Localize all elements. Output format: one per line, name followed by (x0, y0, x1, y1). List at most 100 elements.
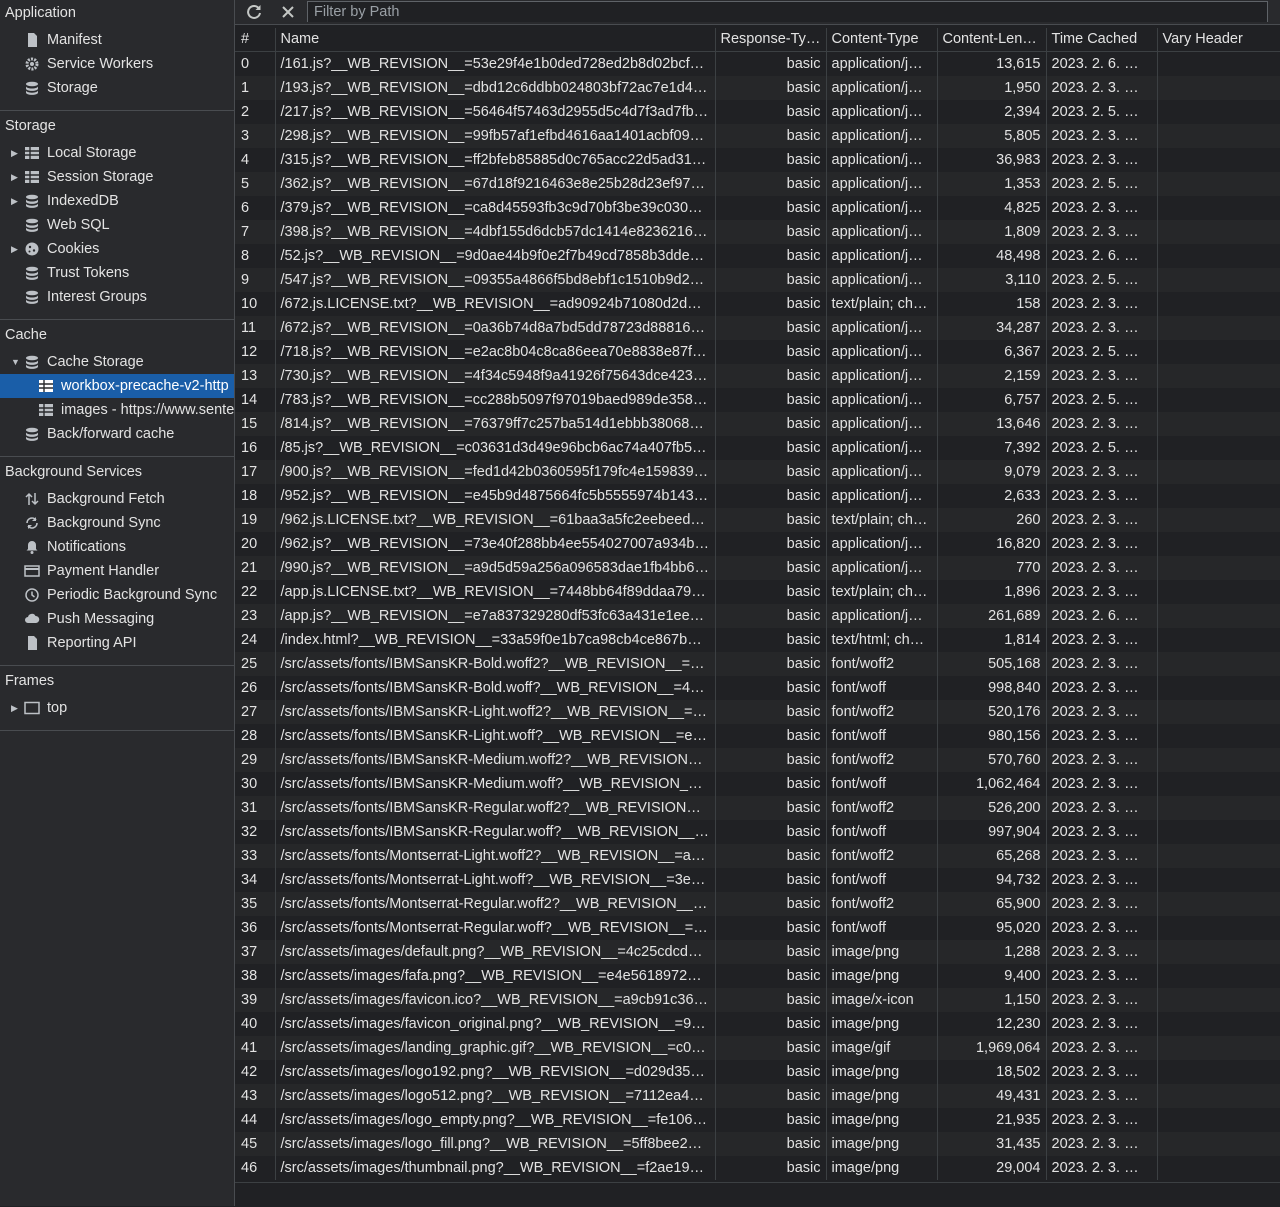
sidebar-item-trust-tokens[interactable]: Trust Tokens (0, 261, 234, 285)
table-row[interactable]: 30/src/assets/fonts/IBMSansKR-Medium.wof… (235, 772, 1280, 796)
sidebar-item-reporting-api[interactable]: Reporting API (0, 631, 234, 655)
table-row[interactable]: 17/900.js?__WB_REVISION__=fed1d42b036059… (235, 460, 1280, 484)
entry-name: /900.js?__WB_REVISION__=fed1d42b0360595f… (274, 460, 715, 484)
table-row[interactable]: 40/src/assets/images/favicon_original.pn… (235, 1012, 1280, 1036)
expand-arrow-down-icon[interactable]: ▼ (11, 350, 21, 374)
column-header-response-ty[interactable]: Response-Ty… (714, 28, 826, 52)
table-row[interactable]: 25/src/assets/fonts/IBMSansKR-Bold.woff2… (235, 652, 1280, 676)
response-type: basic (714, 76, 826, 100)
row-index: 37 (235, 940, 275, 964)
expand-arrow-right-icon[interactable]: ▶ (11, 165, 21, 189)
table-row[interactable]: 28/src/assets/fonts/IBMSansKR-Light.woff… (235, 724, 1280, 748)
sidebar-item-interest-groups[interactable]: Interest Groups (0, 285, 234, 309)
table-row[interactable]: 6/379.js?__WB_REVISION__=ca8d45593fb3c9d… (235, 196, 1280, 220)
table-row[interactable]: 34/src/assets/fonts/Montserrat-Light.wof… (235, 868, 1280, 892)
column-header-vary-header[interactable]: Vary Header (1156, 28, 1280, 52)
refresh-icon[interactable] (243, 1, 265, 23)
content-type: text/html; ch… (825, 628, 937, 652)
table-row[interactable]: 11/672.js?__WB_REVISION__=0a36b74d8a7bd5… (235, 316, 1280, 340)
table-row[interactable]: 41/src/assets/images/landing_graphic.gif… (235, 1036, 1280, 1060)
table-row[interactable]: 5/362.js?__WB_REVISION__=67d18f9216463e8… (235, 172, 1280, 196)
sidebar-item-manifest[interactable]: Manifest (0, 28, 234, 52)
table-row[interactable]: 22/app.js.LICENSE.txt?__WB_REVISION__=74… (235, 580, 1280, 604)
table-row[interactable]: 45/src/assets/images/logo_fill.png?__WB_… (235, 1132, 1280, 1156)
table-row[interactable]: 27/src/assets/fonts/IBMSansKR-Light.woff… (235, 700, 1280, 724)
table-row[interactable]: 4/315.js?__WB_REVISION__=ff2bfeb85885d0c… (235, 148, 1280, 172)
table-row[interactable]: 8/52.js?__WB_REVISION__=9d0ae44b9f0e2f7b… (235, 244, 1280, 268)
table-row[interactable]: 35/src/assets/fonts/Montserrat-Regular.w… (235, 892, 1280, 916)
sidebar-item-local-storage[interactable]: ▶ Local Storage (0, 141, 234, 165)
vary-header (1156, 700, 1280, 724)
expand-arrow-right-icon[interactable]: ▶ (11, 141, 21, 165)
content-length: 13,615 (936, 51, 1046, 76)
table-row[interactable]: 19/962.js.LICENSE.txt?__WB_REVISION__=61… (235, 508, 1280, 532)
sidebar-item-cookies[interactable]: ▶ Cookies (0, 237, 234, 261)
table-row[interactable]: 38/src/assets/images/fafa.png?__WB_REVIS… (235, 964, 1280, 988)
vary-header (1156, 172, 1280, 196)
column-header-name[interactable]: Name (274, 28, 715, 52)
filter-input[interactable]: Filter by Path (307, 1, 1268, 22)
entry-name: /src/assets/images/fafa.png?__WB_REVISIO… (274, 964, 715, 988)
expand-arrow-right-icon[interactable]: ▶ (11, 237, 21, 261)
sidebar-item-notifications[interactable]: Notifications (0, 535, 234, 559)
sidebar-item-payment-handler[interactable]: Payment Handler (0, 559, 234, 583)
sidebar-item-background-sync[interactable]: Background Sync (0, 511, 234, 535)
expand-arrow-right-icon[interactable]: ▶ (11, 189, 21, 213)
column-header-index[interactable]: # (235, 28, 275, 52)
sidebar-item-session-storage[interactable]: ▶ Session Storage (0, 165, 234, 189)
table-row[interactable]: 42/src/assets/images/logo192.png?__WB_RE… (235, 1060, 1280, 1084)
content-length: 2,394 (936, 100, 1046, 124)
table-row[interactable]: 0/161.js?__WB_REVISION__=53e29f4e1b0ded7… (235, 51, 1280, 76)
sidebar-item-workbox-precache-v2-http[interactable]: workbox-precache-v2-http (0, 374, 234, 398)
content-type: application/j… (825, 412, 937, 436)
table-row[interactable]: 3/298.js?__WB_REVISION__=99fb57af1efbd46… (235, 124, 1280, 148)
table-row[interactable]: 37/src/assets/images/default.png?__WB_RE… (235, 940, 1280, 964)
sidebar-item-images-https-www-sente[interactable]: images - https://www.sente (0, 398, 234, 422)
table-row[interactable]: 1/193.js?__WB_REVISION__=dbd12c6ddbb0248… (235, 76, 1280, 100)
column-header-time-cached[interactable]: Time Cached (1045, 28, 1157, 52)
table-row[interactable]: 9/547.js?__WB_REVISION__=09355a4866f5bd8… (235, 268, 1280, 292)
table-row[interactable]: 14/783.js?__WB_REVISION__=cc288b5097f970… (235, 388, 1280, 412)
row-index: 45 (235, 1132, 275, 1156)
table-row[interactable]: 33/src/assets/fonts/Montserrat-Light.wof… (235, 844, 1280, 868)
sidebar-item-web-sql[interactable]: Web SQL (0, 213, 234, 237)
column-header-content-type[interactable]: Content-Type (825, 28, 937, 52)
table-row[interactable]: 46/src/assets/images/thumbnail.png?__WB_… (235, 1156, 1280, 1180)
entry-name: /161.js?__WB_REVISION__=53e29f4e1b0ded72… (274, 51, 715, 76)
table-row[interactable]: 26/src/assets/fonts/IBMSansKR-Bold.woff?… (235, 676, 1280, 700)
table-row[interactable]: 24/index.html?__WB_REVISION__=33a59f0e1b… (235, 628, 1280, 652)
sidebar-item-push-messaging[interactable]: Push Messaging (0, 607, 234, 631)
table-row[interactable]: 18/952.js?__WB_REVISION__=e45b9d4875664f… (235, 484, 1280, 508)
table-row[interactable]: 7/398.js?__WB_REVISION__=4dbf155d6dcb57d… (235, 220, 1280, 244)
table-row[interactable]: 29/src/assets/fonts/IBMSansKR-Medium.wof… (235, 748, 1280, 772)
table-row[interactable]: 39/src/assets/images/favicon.ico?__WB_RE… (235, 988, 1280, 1012)
sidebar-item-back-forward-cache[interactable]: Back/forward cache (0, 422, 234, 446)
table-row[interactable]: 31/src/assets/fonts/IBMSansKR-Regular.wo… (235, 796, 1280, 820)
close-icon[interactable] (277, 1, 299, 23)
table-row[interactable]: 16/85.js?__WB_REVISION__=c03631d3d49e96b… (235, 436, 1280, 460)
entry-name: /398.js?__WB_REVISION__=4dbf155d6dcb57dc… (274, 220, 715, 244)
expand-arrow-right-icon[interactable]: ▶ (11, 696, 21, 720)
table-row[interactable]: 10/672.js.LICENSE.txt?__WB_REVISION__=ad… (235, 292, 1280, 316)
sidebar-item-cache-storage[interactable]: ▼ Cache Storage (0, 350, 234, 374)
table-row[interactable]: 12/718.js?__WB_REVISION__=e2ac8b04c8ca86… (235, 340, 1280, 364)
vary-header (1156, 796, 1280, 820)
table-row[interactable]: 15/814.js?__WB_REVISION__=76379ff7c257ba… (235, 412, 1280, 436)
table-row[interactable]: 36/src/assets/fonts/Montserrat-Regular.w… (235, 916, 1280, 940)
table-row[interactable]: 13/730.js?__WB_REVISION__=4f34c5948f9a41… (235, 364, 1280, 388)
sidebar-item-top[interactable]: ▶ top (0, 696, 234, 720)
sidebar-item-periodic-background-sync[interactable]: Periodic Background Sync (0, 583, 234, 607)
table-row[interactable]: 23/app.js?__WB_REVISION__=e7a837329280df… (235, 604, 1280, 628)
table-row[interactable]: 32/src/assets/fonts/IBMSansKR-Regular.wo… (235, 820, 1280, 844)
column-header-content-len[interactable]: Content-Len… (936, 28, 1046, 52)
table-row[interactable]: 44/src/assets/images/logo_empty.png?__WB… (235, 1108, 1280, 1132)
sidebar-item-storage[interactable]: Storage (0, 76, 234, 100)
table-row[interactable]: 43/src/assets/images/logo512.png?__WB_RE… (235, 1084, 1280, 1108)
sidebar-item-service-workers[interactable]: Service Workers (0, 52, 234, 76)
table-row[interactable]: 21/990.js?__WB_REVISION__=a9d5d59a256a09… (235, 556, 1280, 580)
row-index: 46 (241, 1160, 258, 1176)
sidebar-item-indexeddb[interactable]: ▶ IndexedDB (0, 189, 234, 213)
sidebar-item-background-fetch[interactable]: Background Fetch (0, 487, 234, 511)
table-row[interactable]: 20/962.js?__WB_REVISION__=73e40f288bb4ee… (235, 532, 1280, 556)
table-row[interactable]: 2/217.js?__WB_REVISION__=56464f57463d295… (235, 100, 1280, 124)
